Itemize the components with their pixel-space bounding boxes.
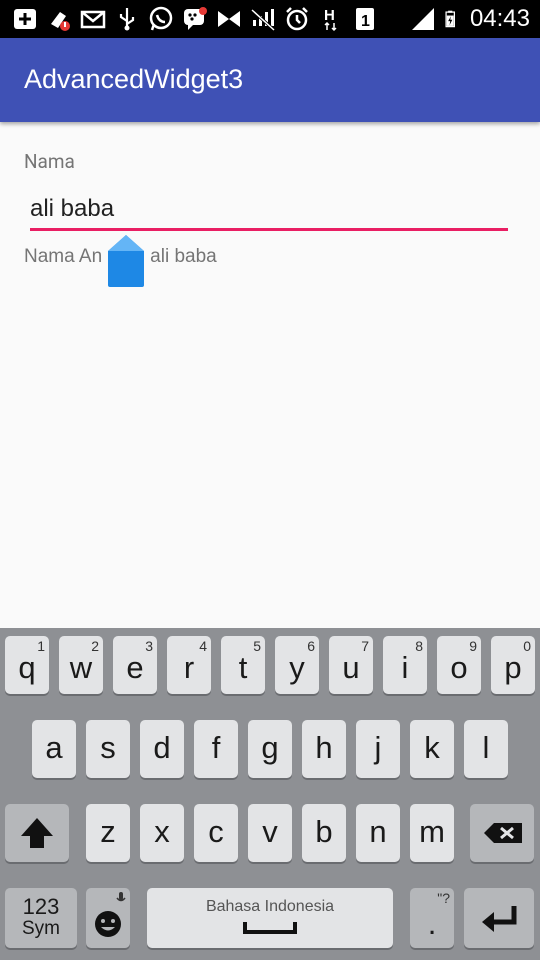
key-label: u (342, 650, 360, 685)
emoji-icon (95, 892, 126, 937)
key-u[interactable]: 7u (329, 636, 373, 694)
key-f[interactable]: f (194, 720, 238, 778)
key-y[interactable]: 6y (275, 636, 319, 694)
key-label: i (401, 650, 409, 685)
key-b[interactable]: b (302, 804, 346, 862)
key-i[interactable]: 8i (383, 636, 427, 694)
key-label: j (374, 730, 382, 765)
key-t[interactable]: 5t (221, 636, 265, 694)
key-label: z (100, 814, 116, 849)
output-prefix: Nama An (24, 246, 103, 267)
soft-keyboard: 1 q 2 w 3 e 4 r 5 t 6 y 7 u 8 i 9 o 0 p a s d f g h j k l z x c v b n m 123 S… (0, 628, 540, 960)
key-label: s (100, 730, 116, 765)
period-label: . (427, 906, 437, 941)
key-l[interactable]: l (464, 720, 508, 778)
text-cursor-handle[interactable] (106, 233, 146, 289)
sim-1-icon: 1 (356, 8, 374, 30)
key-label: b (315, 814, 333, 849)
key-label: a (45, 730, 63, 765)
key-label: x (154, 814, 170, 849)
enter-icon (482, 906, 517, 932)
enter-key[interactable] (464, 888, 534, 948)
key-a[interactable]: a (32, 720, 76, 778)
key-label: c (208, 814, 224, 849)
bbm-icon (184, 7, 207, 30)
symbols-label-bottom: Sym (22, 918, 60, 939)
whatsapp-icon (149, 6, 173, 31)
key-m[interactable]: m (410, 804, 454, 862)
key-label: h (315, 730, 333, 765)
emoji-key[interactable] (86, 888, 130, 948)
key-r[interactable]: 4r (167, 636, 211, 694)
key-s[interactable]: s (86, 720, 130, 778)
alarm-icon (286, 7, 308, 31)
key-q[interactable]: 1q (5, 636, 49, 694)
output-value: ali baba (150, 246, 217, 267)
symbols-label-top: 123 (22, 894, 60, 919)
usb-icon (119, 8, 135, 31)
cleaner-alert-icon (51, 12, 70, 31)
key-label: p (504, 650, 522, 685)
key-label: r (183, 650, 195, 685)
key-z[interactable]: z (86, 804, 130, 862)
key-label: e (126, 650, 144, 685)
svg-text:H: H (324, 7, 335, 24)
key-h[interactable]: h (302, 720, 346, 778)
key-label: t (238, 650, 248, 685)
key-p[interactable]: 0p (491, 636, 535, 694)
key-label: g (261, 730, 279, 765)
no-signal-icon (250, 8, 276, 32)
key-label: l (482, 730, 490, 765)
svg-text:1: 1 (361, 13, 370, 30)
key-x[interactable]: x (140, 804, 184, 862)
key-label: n (369, 814, 387, 849)
key-o[interactable]: 9o (437, 636, 481, 694)
bow-tie-icon (218, 11, 240, 27)
h-data-icon: H (324, 7, 337, 32)
key-g[interactable]: g (248, 720, 292, 778)
key-label: f (211, 730, 221, 765)
key-label: o (450, 650, 468, 685)
key-label: m (419, 814, 445, 849)
shift-icon (21, 818, 53, 848)
app-bar: AdvancedWidget3 (0, 38, 540, 122)
clock: 04:43 (469, 5, 530, 32)
battery-icon (445, 10, 455, 28)
name-field-container (24, 190, 510, 234)
key-v[interactable]: v (248, 804, 292, 862)
key-d[interactable]: d (140, 720, 184, 778)
symbols-key[interactable]: 123 Sym (5, 888, 77, 948)
name-input[interactable] (30, 190, 508, 231)
backspace-icon (484, 823, 522, 843)
period-key[interactable]: . "? (410, 888, 454, 948)
key-n[interactable]: n (356, 804, 400, 862)
space-bar-icon (243, 922, 297, 934)
add-box-icon (14, 9, 36, 29)
key-label: y (289, 650, 305, 685)
mail-icon (80, 10, 106, 29)
shift-key[interactable] (5, 804, 69, 862)
key-label: w (69, 650, 93, 685)
key-label: k (424, 730, 440, 765)
period-hint: "? (437, 890, 450, 906)
key-label: q (18, 650, 36, 685)
key-e[interactable]: 3e (113, 636, 157, 694)
name-label: Nama (24, 150, 75, 173)
key-k[interactable]: k (410, 720, 454, 778)
key-c[interactable]: c (194, 804, 238, 862)
space-key[interactable]: Bahasa Indonesia (147, 888, 393, 948)
backspace-key[interactable] (470, 804, 534, 862)
app-title: AdvancedWidget3 (24, 64, 244, 94)
signal-icon (411, 8, 434, 30)
key-label: v (262, 814, 278, 849)
status-bar: H 1 04:43 (0, 0, 540, 38)
key-j[interactable]: j (356, 720, 400, 778)
key-label: d (153, 730, 171, 765)
key-w[interactable]: 2w (59, 636, 103, 694)
